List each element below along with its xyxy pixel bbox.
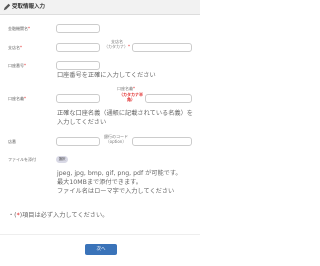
- account-number-hint: 口座番号を正確に入力してください: [57, 72, 156, 79]
- file-hint-name: ファイル名はローマ字で入力してください: [57, 188, 175, 195]
- required-note: ・(*)項目は必ず入力してください。: [8, 212, 109, 219]
- branch-kana-label: 支店名 （カタカナ）*: [104, 39, 130, 49]
- branch-number-label: 店番: [8, 139, 16, 144]
- account-number-input[interactable]: [56, 61, 100, 70]
- branch-label: 支店名*: [8, 45, 22, 50]
- next-button[interactable]: 次へ: [85, 244, 117, 255]
- account-name-hint-2: 入力してください: [57, 119, 107, 126]
- file-hint-formats: jpeg, jpg, bmp, gif, png, pdf が可能です。: [57, 170, 182, 177]
- branch-number-input[interactable]: [56, 137, 100, 146]
- account-name-kana-input[interactable]: [145, 94, 192, 103]
- financial-institution-label: 金融機関名*: [8, 26, 30, 31]
- bank-code-input[interactable]: [132, 137, 192, 146]
- financial-institution-input[interactable]: [56, 24, 100, 33]
- account-name-label: 口座名義*: [8, 96, 26, 101]
- divider: [0, 234, 200, 235]
- branch-input[interactable]: [56, 43, 100, 52]
- section-header: 受取情報入力: [0, 0, 200, 15]
- file-attach-label: ファイルを添付: [8, 157, 36, 162]
- account-name-hint-1: 正確な口座名義（通帳に記載されている名義）を: [57, 110, 193, 117]
- bank-code-label: 銀行のコード （option）: [104, 134, 128, 144]
- account-name-kana-label: 口座名義*: [117, 86, 135, 91]
- pencil-icon: [3, 3, 11, 11]
- branch-kana-input[interactable]: [132, 43, 192, 52]
- section-title: 受取情報入力: [12, 4, 46, 10]
- account-name-input[interactable]: [56, 94, 100, 103]
- file-hint-size: 最大10MBまで添付できます。: [57, 179, 142, 186]
- file-select-button[interactable]: 選択: [56, 156, 68, 163]
- account-number-label: 口座番号*: [8, 63, 26, 68]
- account-name-kana-note: （カタカナ半角）: [119, 92, 143, 102]
